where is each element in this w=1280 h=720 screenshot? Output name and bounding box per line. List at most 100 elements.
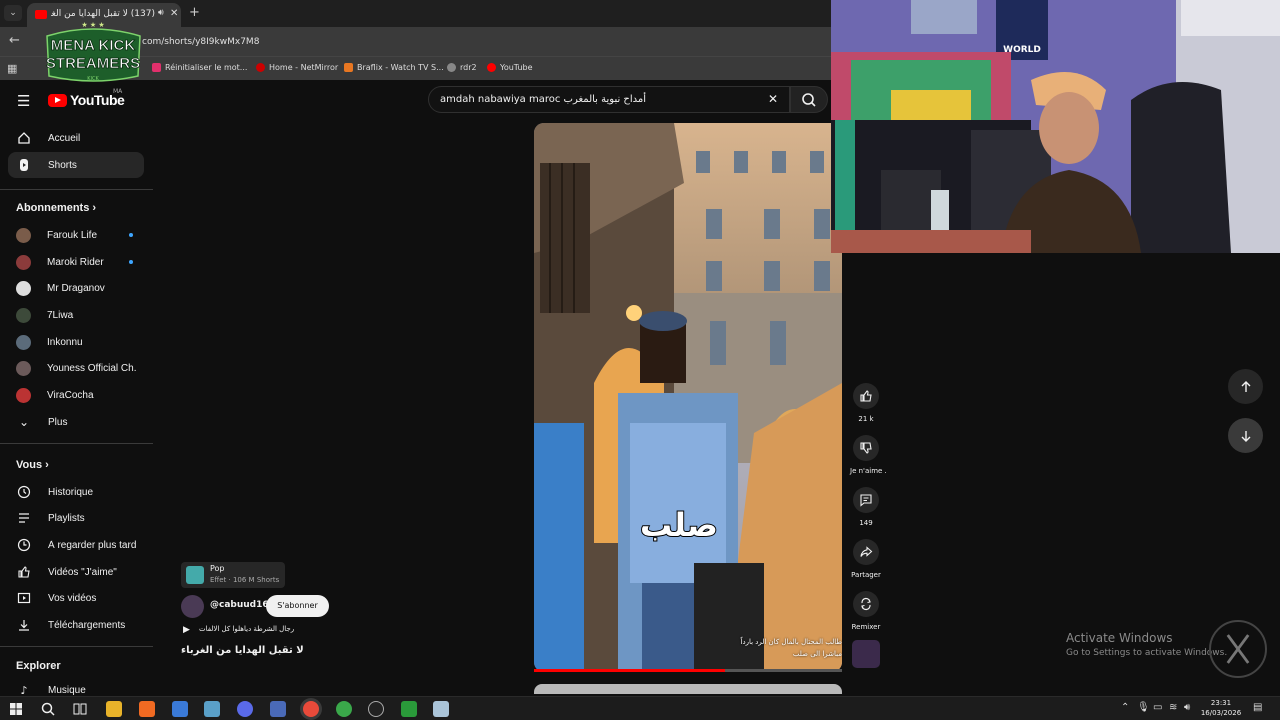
video-subtitle: طالب المحتال بالمال كان الرد بارداً مباش… [716,636,842,660]
effect-thumbnail [186,566,204,584]
country-code: MA [113,88,123,95]
sidebar-divider [0,646,153,647]
sidebar-item-watch-later[interactable]: À regarder plus tard [8,532,144,558]
next-short-button[interactable] [1228,418,1263,453]
discord-icon[interactable] [237,701,253,717]
bookmark-item[interactable]: Réinitialiser le mot... [152,63,247,72]
youtube-play-icon [48,93,67,107]
search-button[interactable] [790,86,828,113]
audio-source-avatar[interactable] [852,640,880,668]
effect-chip[interactable]: Pop Effet · 106 M Shorts [181,562,285,588]
new-tab-button[interactable]: + [189,5,200,20]
bookmark-item[interactable]: rdr2 [447,63,477,72]
sidebar-divider [0,443,153,444]
channel-handle[interactable]: @cabuud16 [210,600,269,610]
bookmark-label: Braflix - Watch TV S... [357,63,444,72]
sidebar-item-channel[interactable]: Youness Official Ch... [8,355,144,381]
sidebar-item-label: Historique [48,486,94,498]
clear-search-icon[interactable]: ✕ [768,92,778,106]
microphone-icon[interactable]: 🎙︎ [1137,702,1150,713]
subscriptions-heading[interactable]: Abonnements › [16,202,96,214]
obs-icon[interactable] [368,701,384,717]
tab-search-button[interactable]: ⌄ [4,5,22,21]
search-icon [802,93,816,107]
dislike-button[interactable] [853,435,879,461]
sidebar-item-history[interactable]: Historique [8,479,144,505]
app-icon[interactable] [270,701,286,717]
sidebar-item-more[interactable]: ⌄ Plus [8,409,144,435]
sidebar-item-downloads[interactable]: Téléchargements [8,612,144,638]
sidebar-item-liked-videos[interactable]: Vidéos "J'aime" [8,559,144,585]
sidebar-item-shorts[interactable]: Shorts [8,152,144,178]
avatar [16,334,31,350]
notepad-icon[interactable] [433,701,449,717]
system-clock[interactable]: 23:31 16/03/2026 [1196,698,1246,718]
music-track[interactable]: رجال الشرطة دياهلوا كل الالفات [199,625,294,633]
streamer-webcam: WORLD [831,0,1280,253]
bookmark-item[interactable]: YouTube [487,63,533,72]
sidebar-item-label: Inkonnu [47,336,83,348]
remix-icon [861,597,871,611]
avatar [16,254,31,270]
wifi-icon[interactable]: ≋ [1169,702,1177,713]
remix-button[interactable] [853,591,879,617]
chevron-up-icon[interactable]: ⌃ [1121,702,1129,713]
comments-button[interactable] [853,487,879,513]
video-progress-bar[interactable] [534,669,842,672]
brave-browser-icon[interactable] [139,701,155,717]
volume-icon[interactable]: 🔊︎ [1184,702,1190,713]
tab-close-icon[interactable]: ✕ [170,8,178,19]
sidebar-item-channel[interactable]: Maroki Rider [8,249,144,275]
globe-icon [447,63,456,72]
sidebar-item-your-videos[interactable]: Vos vidéos [8,585,144,611]
chevron-down-icon: ⌄ [18,415,30,429]
previous-short-button[interactable] [1228,369,1263,404]
notification-icon[interactable]: ▤ [1253,702,1262,713]
sidebar-item-home[interactable]: Accueil [8,125,144,151]
sidebar-item-channel[interactable]: Mr Draganov [8,275,144,301]
windows-start-icon[interactable] [8,701,24,717]
search-icon[interactable] [40,701,56,717]
sidebar-item-label: Farouk Life [47,229,98,241]
chrome-icon[interactable] [303,701,319,717]
tab-title: (137) لا تقبل الهدايا من الغرباء [51,9,155,19]
bookmark-item[interactable]: Braflix - Watch TV S... [344,63,444,72]
url-field[interactable]: com/shorts/y8I9kwMx7M8 [142,37,259,47]
comments-action[interactable]: 149 [850,487,882,527]
channel-avatar[interactable] [181,595,204,618]
xbox-icon[interactable] [401,701,417,717]
activate-windows-watermark: Activate Windows Go to Settings to activ… [1066,631,1227,658]
task-view-icon[interactable] [72,701,88,717]
share-button[interactable] [853,539,879,565]
you-heading[interactable]: Vous › [16,459,49,471]
share-action[interactable]: Partager [850,539,882,579]
bookmark-item[interactable]: Home - NetMirror [256,63,338,72]
app-icon[interactable] [204,701,220,717]
sidebar-item-channel[interactable]: Inkonnu [8,329,144,355]
like-button[interactable] [853,383,879,409]
back-arrow-icon[interactable]: ← [9,33,20,48]
network-icon[interactable]: ▭ [1153,702,1162,713]
apps-grid-icon[interactable]: ▦ [7,62,17,75]
search-input[interactable]: amdah nabawiya maroc أمداح نبوية بالمغرب [440,94,646,105]
hamburger-menu-icon[interactable]: ☰ [17,92,30,110]
shorts-video-player[interactable] [534,123,842,672]
like-action[interactable]: 21 k [850,383,882,423]
play-icon[interactable]: ▶ [183,625,190,635]
sidebar-item-label: Youness Official Ch... [47,362,137,374]
sidebar-item-playlists[interactable]: Playlists [8,505,144,531]
dislike-action[interactable]: Je n'aime . [850,435,887,475]
store-icon[interactable] [172,701,188,717]
svg-text:MENA KICK: MENA KICK [51,37,136,54]
short-title[interactable]: لا تقبل الهدايا من الغرباء [181,645,304,656]
sidebar-item-channel[interactable]: ViraCocha [8,382,144,408]
speaker-icon[interactable]: 🔊︎ [158,8,164,18]
search-box[interactable]: amdah nabawiya maroc أمداح نبوية بالمغرب… [428,86,790,113]
sidebar-item-channel[interactable]: Farouk Life [8,222,144,248]
sidebar-item-channel[interactable]: 7Liwa [8,302,144,328]
subscribe-button[interactable]: S'abonner [266,595,329,617]
remix-action[interactable]: Remixer [850,591,882,631]
chrome-icon[interactable] [336,701,352,717]
file-explorer-icon[interactable] [106,701,122,717]
avatar [16,227,31,243]
